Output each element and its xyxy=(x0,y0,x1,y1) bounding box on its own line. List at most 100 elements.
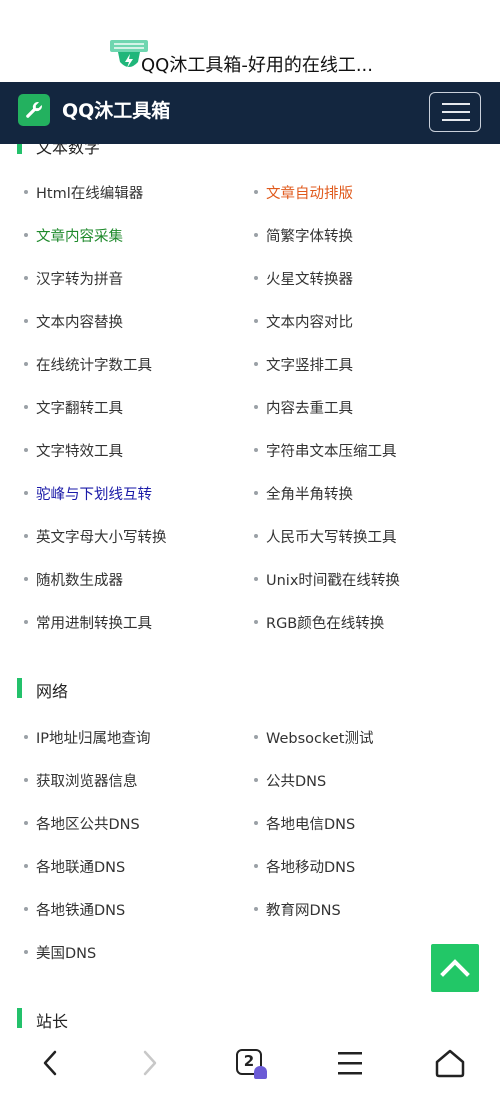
nav-menu-button[interactable] xyxy=(320,1040,380,1097)
bullet-dot xyxy=(24,233,28,237)
bullet-dot xyxy=(254,190,258,194)
tool-link-label: 文章内容采集 xyxy=(36,229,123,245)
page-title: QQ沐工具箱-好用的在线工... xyxy=(141,55,373,76)
tool-link-label: 文本内容对比 xyxy=(266,315,353,331)
tool-link[interactable]: 各地电信DNS xyxy=(254,813,356,834)
tools-content: 文本数字 Html在线编辑器 文章自动排版 文章内容采集 简繁字体转换 汉字转为拼音 火星… xyxy=(0,144,500,1040)
site-logo[interactable] xyxy=(18,94,50,126)
tool-link-label: 在线统计字数工具 xyxy=(36,358,152,374)
tool-link[interactable]: 随机数生成器 xyxy=(24,569,123,590)
home-icon xyxy=(435,1049,465,1078)
tool-link[interactable]: 文本内容替换 xyxy=(24,311,123,332)
tool-link-label: 教育网DNS xyxy=(266,903,341,919)
section-marker xyxy=(17,144,22,154)
tool-link[interactable]: 文章自动排版 xyxy=(254,182,353,203)
tool-link[interactable]: Unix时间戳在线转换 xyxy=(254,569,400,590)
bullet-dot xyxy=(254,735,258,739)
bullet-dot xyxy=(254,620,258,624)
bullet-dot xyxy=(254,405,258,409)
tool-link[interactable]: 文字竖排工具 xyxy=(254,354,353,375)
bullet-dot xyxy=(254,448,258,452)
tool-link-label: 文字竖排工具 xyxy=(266,358,353,374)
tool-link[interactable]: 各地移动DNS xyxy=(254,856,356,877)
bullet-dot xyxy=(254,276,258,280)
tool-link-label: 常用进制转换工具 xyxy=(36,616,152,632)
tool-link[interactable]: Websocket测试 xyxy=(254,727,374,748)
bullet-dot xyxy=(24,950,28,954)
tool-link-label: Html在线编辑器 xyxy=(36,186,144,202)
tool-link-label: 随机数生成器 xyxy=(36,573,123,589)
bullet-dot xyxy=(24,405,28,409)
tool-link-label: 各地联通DNS xyxy=(36,860,126,876)
tool-link[interactable]: 各地区公共DNS xyxy=(24,813,140,834)
tool-link[interactable]: 全角半角转换 xyxy=(254,483,353,504)
tool-link-label: 各地移动DNS xyxy=(266,860,356,876)
nav-home-button[interactable] xyxy=(420,1040,480,1097)
tool-link[interactable]: 获取浏览器信息 xyxy=(24,770,138,791)
tool-link-label: Unix时间戳在线转换 xyxy=(266,573,400,589)
nav-back-button[interactable] xyxy=(20,1040,80,1097)
tool-link[interactable]: 汉字转为拼音 xyxy=(24,268,123,289)
ghost-icon xyxy=(254,1066,267,1079)
bullet-dot xyxy=(24,448,28,452)
site-name[interactable]: QQ沐工具箱 xyxy=(62,96,170,123)
nav-forward-button[interactable] xyxy=(120,1040,180,1097)
bullet-dot xyxy=(254,491,258,495)
tool-link-label: 各地电信DNS xyxy=(266,817,356,833)
bullet-dot xyxy=(24,362,28,366)
bullet-dot xyxy=(24,319,28,323)
tool-link[interactable]: 各地联通DNS xyxy=(24,856,126,877)
tool-link[interactable]: 文字特效工具 xyxy=(24,440,123,461)
hamburger-menu-icon xyxy=(442,103,470,105)
tool-link[interactable]: 文本内容对比 xyxy=(254,311,353,332)
bullet-dot xyxy=(24,190,28,194)
tool-link-label: Websocket测试 xyxy=(266,731,374,747)
tool-link[interactable]: 内容去重工具 xyxy=(254,397,353,418)
chevron-left-icon xyxy=(43,1050,57,1076)
bullet-dot xyxy=(24,864,28,868)
section-marker xyxy=(17,678,22,698)
section-title-network: 网络 xyxy=(36,682,69,701)
tool-link[interactable]: 文字翻转工具 xyxy=(24,397,123,418)
tool-link-label: 各地区公共DNS xyxy=(36,817,140,833)
tool-link[interactable]: 驼峰与下划线互转 xyxy=(24,483,152,504)
tool-link[interactable]: Html在线编辑器 xyxy=(24,182,144,203)
tool-link[interactable]: 火星文转换器 xyxy=(254,268,353,289)
tool-link[interactable]: 字符串文本压缩工具 xyxy=(254,440,397,461)
tool-link-label: 公共DNS xyxy=(266,774,327,790)
tool-link[interactable]: 文章内容采集 xyxy=(24,225,123,246)
bullet-dot xyxy=(24,276,28,280)
tool-link[interactable]: 各地铁通DNS xyxy=(24,899,126,920)
tool-link[interactable]: RGB颜色在线转换 xyxy=(254,612,385,633)
tool-link-label: 文字特效工具 xyxy=(36,444,123,460)
bullet-dot xyxy=(254,534,258,538)
bullet-dot xyxy=(254,319,258,323)
tool-link[interactable]: IP地址归属地查询 xyxy=(24,727,151,748)
back-to-top-button[interactable] xyxy=(431,944,479,992)
tool-link-label: 火星文转换器 xyxy=(266,272,353,288)
tool-link[interactable]: 美国DNS xyxy=(24,942,97,963)
wrench-icon xyxy=(26,102,42,118)
tool-link[interactable]: 英文字母大小写转换 xyxy=(24,526,167,547)
tool-link-label: 人民币大写转换工具 xyxy=(266,530,397,546)
chevron-up-icon xyxy=(440,959,470,977)
tool-link[interactable]: 教育网DNS xyxy=(254,899,341,920)
tool-link-label: 英文字母大小写转换 xyxy=(36,530,167,546)
tool-link[interactable]: 人民币大写转换工具 xyxy=(254,526,397,547)
bullet-dot xyxy=(254,821,258,825)
tool-link-label: 各地铁通DNS xyxy=(36,903,126,919)
bullet-dot xyxy=(24,821,28,825)
bullet-dot xyxy=(254,864,258,868)
tool-link-label: 全角半角转换 xyxy=(266,487,353,503)
tool-link-label: 美国DNS xyxy=(36,946,97,962)
tool-link-label: RGB颜色在线转换 xyxy=(266,616,385,632)
tool-link[interactable]: 常用进制转换工具 xyxy=(24,612,152,633)
tool-link[interactable]: 简繁字体转换 xyxy=(254,225,353,246)
bullet-dot xyxy=(24,778,28,782)
tool-link[interactable]: 在线统计字数工具 xyxy=(24,354,152,375)
tool-link[interactable]: 公共DNS xyxy=(254,770,327,791)
hamburger-menu-button[interactable] xyxy=(429,92,481,132)
tool-link-label: 内容去重工具 xyxy=(266,401,353,417)
bullet-dot xyxy=(254,907,258,911)
hamburger-icon xyxy=(338,1052,362,1075)
